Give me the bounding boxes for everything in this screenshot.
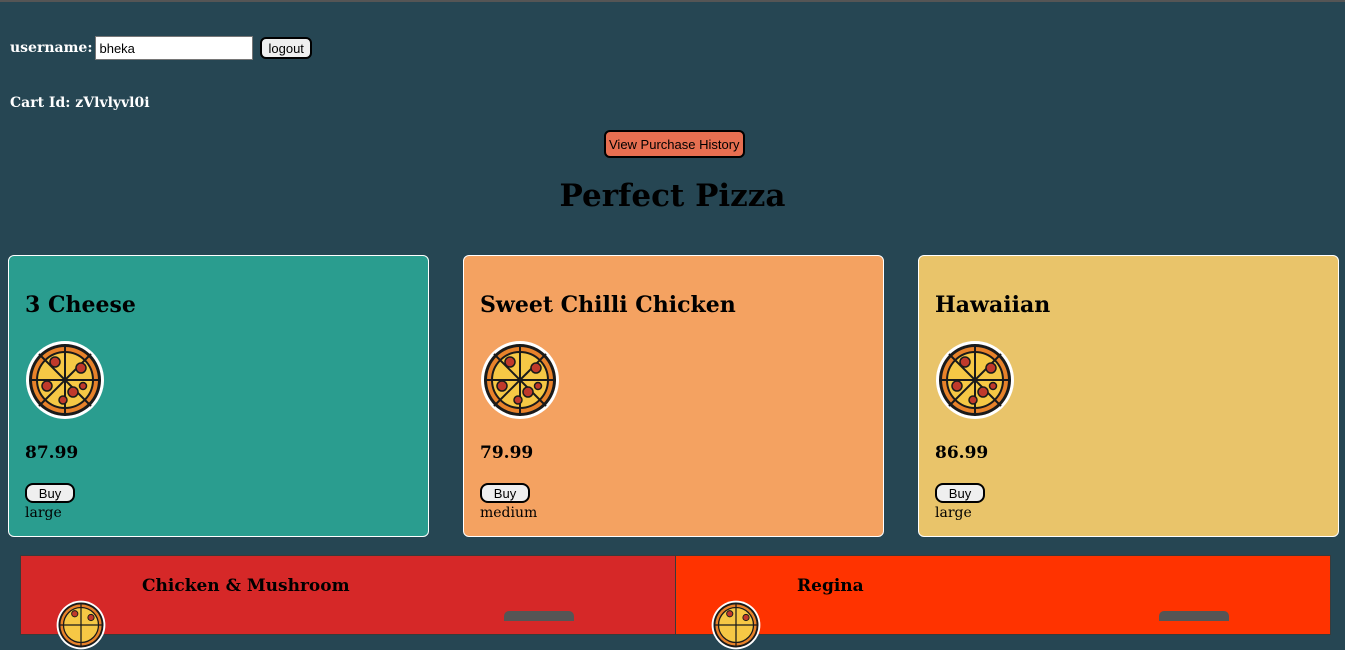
pizza-icon — [26, 341, 104, 419]
featured-pizza-card: Chicken & Mushroom — [20, 555, 676, 650]
featured-pizza-name: Chicken & Mushroom — [142, 576, 350, 596]
pizza-size: large — [935, 505, 972, 521]
pizza-name: 3 Cheese — [25, 292, 136, 318]
username-input[interactable] — [95, 36, 254, 60]
buy-button[interactable]: Buy — [935, 483, 985, 503]
pizza-card: Sweet Chilli Chicken 79.99 Buy medium — [463, 255, 884, 537]
featured-pizza-card: Regina — [675, 555, 1331, 650]
pizza-price: 87.99 — [25, 443, 79, 463]
user-bar: username: logout — [10, 36, 312, 60]
view-purchase-history-button[interactable]: View Purchase History — [604, 130, 745, 158]
username-label: username: — [10, 40, 93, 56]
buy-button[interactable] — [1159, 611, 1229, 621]
logout-button[interactable]: logout — [260, 37, 312, 59]
page-title: Perfect Pizza — [559, 178, 786, 214]
featured-pizza-name: Regina — [797, 576, 864, 596]
pizza-name: Hawaiian — [935, 292, 1051, 318]
buy-button[interactable]: Buy — [25, 483, 75, 503]
pizza-size: medium — [480, 505, 538, 521]
buy-button[interactable] — [504, 611, 574, 621]
pizza-size: large — [25, 505, 62, 521]
pizza-price: 79.99 — [480, 443, 534, 463]
pizza-price: 86.99 — [935, 443, 989, 463]
pizza-card: Hawaiian 86.99 Buy large — [918, 255, 1339, 537]
pizza-card: 3 Cheese 87.99 Buy large — [8, 255, 429, 537]
cart-id: Cart Id: zVlvlyvl0i — [10, 95, 150, 111]
pizza-icon — [711, 600, 761, 650]
pizza-icon — [481, 341, 559, 419]
pizza-name: Sweet Chilli Chicken — [480, 292, 736, 318]
pizza-icon — [936, 341, 1014, 419]
pizza-icon — [56, 600, 106, 650]
buy-button[interactable]: Buy — [480, 483, 530, 503]
